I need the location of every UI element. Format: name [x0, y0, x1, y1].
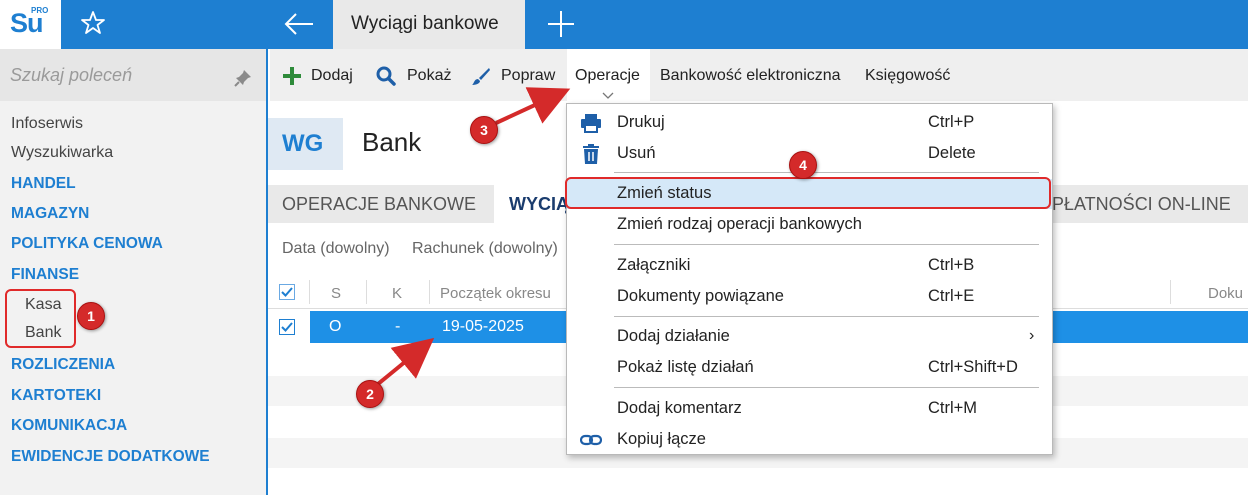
column-header-s[interactable]: S: [331, 285, 341, 302]
star-icon[interactable]: [80, 9, 106, 37]
logo-sup: PRO: [31, 6, 49, 15]
tab-bank-statements-label: Wyciągi bankowe: [351, 13, 499, 34]
chevron-down-icon: [602, 92, 614, 99]
menu-item-delete-label: Usuń: [617, 144, 656, 162]
column-separator: [366, 280, 367, 304]
column-header-start[interactable]: Początek okresu: [440, 285, 551, 302]
menu-item-add-comment[interactable]: Dodaj komentarz Ctrl+M: [567, 394, 1052, 424]
menu-item-related-documents[interactable]: Dokumenty powiązane Ctrl+E: [567, 282, 1052, 312]
app-logo[interactable]: Su PRO: [0, 0, 61, 49]
ebanking-button[interactable]: Bankowość elektroniczna: [660, 67, 841, 85]
menu-item-add-action[interactable]: Dodaj działanie ›: [567, 322, 1052, 352]
menu-item-attachments-shortcut: Ctrl+B: [928, 256, 975, 274]
cell-start-date: 19-05-2025: [442, 318, 524, 335]
annotation-badge-3: 3: [470, 116, 498, 144]
new-tab-plus-icon[interactable]: [546, 9, 576, 39]
chevron-right-icon: ›: [1029, 327, 1035, 344]
menu-item-show-actions[interactable]: Pokaż listę działań Ctrl+Shift+D: [567, 353, 1052, 383]
menu-separator: [614, 172, 1039, 173]
column-separator: [429, 280, 430, 304]
cell-status: O: [329, 318, 342, 335]
sidebar-item-rozliczenia[interactable]: ROZLICZENIA: [11, 356, 115, 374]
edit-button[interactable]: Popraw: [501, 67, 555, 85]
sidebar-item-komunikacja[interactable]: KOMUNIKACJA: [11, 417, 127, 435]
menu-item-attachments-label: Załączniki: [617, 256, 691, 274]
sidebar-item-wyszukiwarka[interactable]: Wyszukiwarka: [11, 144, 113, 162]
module-badge-text: WG: [282, 130, 324, 157]
sidebar-item-infoserwis[interactable]: Infoserwis: [11, 115, 83, 133]
empty-row: [268, 469, 1248, 495]
cell-k: -: [395, 318, 401, 335]
module-badge: WG: [268, 118, 343, 170]
pin-icon[interactable]: [234, 69, 252, 87]
page-title: Bank: [362, 127, 422, 157]
menu-item-copy-link[interactable]: Kopiuj łącze: [567, 425, 1052, 455]
sidebar-item-polityka-cenowa[interactable]: POLITYKA CENOWA: [11, 235, 163, 253]
sidebar-item-ewidencje-dodatkowe[interactable]: EWIDENCJE DODATKOWE: [11, 448, 210, 466]
tab-bank-statements[interactable]: Wyciągi bankowe: [333, 0, 525, 49]
menu-separator: [614, 244, 1039, 245]
menu-separator: [614, 387, 1039, 388]
column-header-k[interactable]: K: [392, 285, 402, 302]
back-arrow-icon[interactable]: [283, 10, 315, 38]
show-button[interactable]: Pokaż: [407, 67, 451, 85]
operations-menu-button[interactable]: Operacje: [575, 67, 640, 85]
annotation-badge-1: 1: [77, 302, 105, 330]
sidebar-item-kartoteki[interactable]: KARTOTEKI: [11, 387, 101, 405]
menu-item-show-actions-label: Pokaż listę działań: [617, 358, 754, 376]
filter-account[interactable]: Rachunek (dowolny): [412, 240, 558, 258]
annotation-badge-4: 4: [789, 151, 817, 179]
menu-item-add-comment-label: Dodaj komentarz: [617, 399, 742, 417]
row-checkbox[interactable]: [279, 319, 295, 335]
menu-item-copy-link-label: Kopiuj łącze: [617, 430, 706, 448]
menu-item-add-action-label: Dodaj działanie: [617, 327, 730, 345]
column-separator: [309, 280, 310, 304]
menu-item-show-actions-shortcut: Ctrl+Shift+D: [928, 358, 1018, 376]
search-icon: [376, 66, 396, 86]
column-header-doc[interactable]: Doku: [1208, 285, 1243, 302]
menu-item-related-documents-shortcut: Ctrl+E: [928, 287, 975, 305]
menu-item-delete-shortcut: Delete: [928, 144, 976, 162]
menu-item-print-shortcut: Ctrl+P: [928, 113, 975, 131]
highlight-change-status: [565, 177, 1051, 209]
menu-item-print[interactable]: Drukuj Ctrl+P: [567, 108, 1052, 138]
column-separator: [1170, 280, 1171, 304]
link-icon: [580, 434, 602, 446]
sidebar-item-finanse[interactable]: FINANSE: [11, 266, 79, 284]
menu-separator: [614, 316, 1039, 317]
checkmark-icon: [281, 322, 293, 332]
add-button[interactable]: Dodaj: [311, 67, 353, 85]
add-plus-icon: [283, 67, 301, 85]
search-placeholder: Szukaj poleceń: [10, 65, 133, 85]
filter-date[interactable]: Data (dowolny): [282, 240, 390, 258]
sidebar-item-magazyn[interactable]: MAGAZYN: [11, 205, 89, 223]
select-all-checkbox[interactable]: [279, 284, 295, 300]
menu-item-change-operation-type[interactable]: Zmień rodzaj operacji bankowych: [567, 210, 1052, 240]
printer-icon: [581, 114, 601, 133]
annotation-badge-2: 2: [356, 380, 384, 408]
menu-item-change-operation-type-label: Zmień rodzaj operacji bankowych: [617, 215, 862, 233]
tab-bank-operations[interactable]: OPERACJE BANKOWE: [282, 194, 476, 215]
menu-item-attachments[interactable]: Załączniki Ctrl+B: [567, 251, 1052, 281]
sidebar-item-handel[interactable]: HANDEL: [11, 175, 76, 193]
menu-item-add-comment-shortcut: Ctrl+M: [928, 399, 978, 417]
tab-online-payments[interactable]: PŁATNOŚCI ON-LINE: [1052, 194, 1231, 215]
tab-statements-label: WYCIĄ: [509, 194, 569, 214]
trash-icon: [583, 144, 599, 164]
menu-item-related-documents-label: Dokumenty powiązane: [617, 287, 784, 305]
command-search-input[interactable]: Szukaj poleceń: [0, 49, 266, 101]
brush-icon: [472, 68, 490, 85]
highlight-kasa-bank: [5, 289, 76, 348]
menu-item-print-label: Drukuj: [617, 113, 665, 131]
top-bar: Su PRO Wyciągi bankowe: [0, 0, 1248, 49]
accounting-button[interactable]: Księgowość: [865, 67, 950, 85]
checkmark-icon: [281, 287, 293, 297]
